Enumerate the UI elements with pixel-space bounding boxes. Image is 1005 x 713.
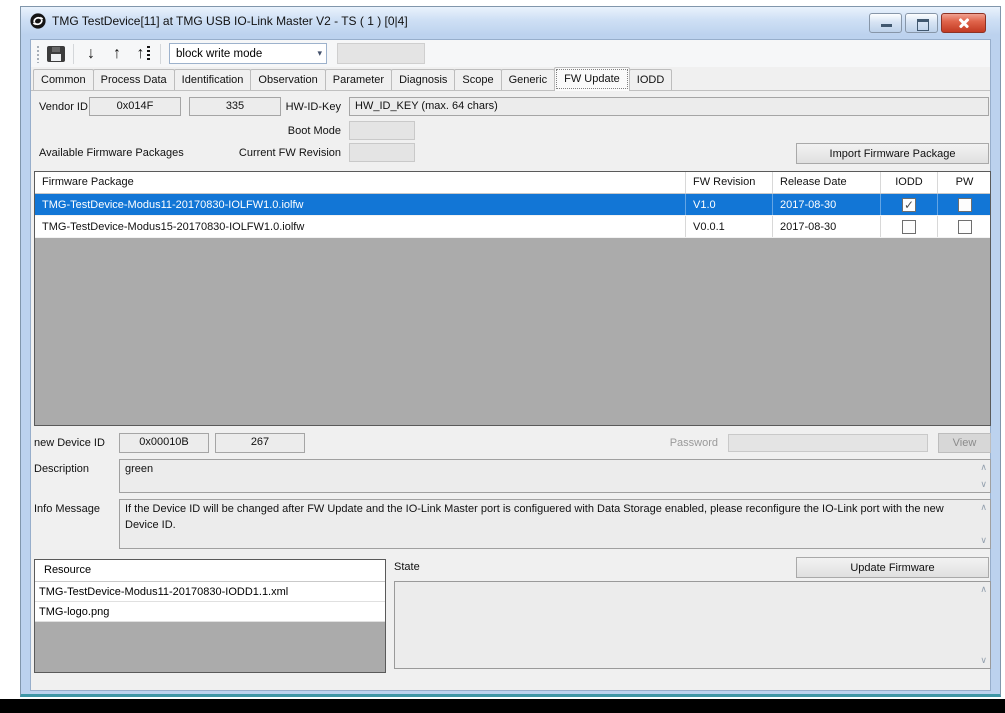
toolbar-grip-handle[interactable] <box>36 45 40 63</box>
view-password-button: View <box>938 433 991 453</box>
client-area: ↓ ↑ ↑ block write mode ▾ Common <box>30 39 991 691</box>
available-packages-label: Available Firmware Packages <box>39 147 184 159</box>
toolbar-separator <box>73 44 74 64</box>
scroll-up-icon[interactable]: ∧ <box>980 585 987 594</box>
upload-from-device-button[interactable]: ↑ <box>104 42 130 66</box>
password-label: Password <box>618 437 718 449</box>
dotted-bar-icon <box>147 46 150 61</box>
info-message-textarea[interactable]: If the Device ID will be changed after F… <box>119 499 991 549</box>
column-header-iodd[interactable]: IODD <box>880 172 937 193</box>
info-message-label: Info Message <box>34 503 100 515</box>
column-header-firmware-package[interactable]: Firmware Package <box>35 172 685 193</box>
info-message-text: If the Device ID will be changed after F… <box>125 503 944 531</box>
scroll-up-icon[interactable]: ∧ <box>980 503 987 512</box>
release-date-cell: 2017-08-30 <box>772 194 880 215</box>
scroll-down-icon[interactable]: ∨ <box>980 656 987 665</box>
fw-revision-cell: V0.0.1 <box>685 216 772 237</box>
scroll-down-icon[interactable]: ∨ <box>980 536 987 545</box>
write-mode-value: block write mode <box>176 48 262 60</box>
password-field <box>728 434 928 452</box>
fw-package-cell: TMG-TestDevice-Modus15-20170830-IOLFW1.0… <box>35 216 685 237</box>
tab-diagnosis[interactable]: Diagnosis <box>391 69 455 90</box>
tab-strip: Common Process Data Identification Obser… <box>31 68 990 91</box>
arrow-down-icon: ↓ <box>87 46 95 62</box>
scroll-down-icon[interactable]: ∨ <box>980 480 987 489</box>
save-button[interactable] <box>43 42 69 66</box>
tab-observation[interactable]: Observation <box>250 69 325 90</box>
state-output-box[interactable]: ∧ ∨ <box>394 581 991 669</box>
upload-all-button[interactable]: ↑ <box>130 42 156 66</box>
import-firmware-package-button[interactable]: Import Firmware Package <box>796 143 989 164</box>
title-bar[interactable]: TMG TestDevice[11] at TMG USB IO-Link Ma… <box>21 7 1000 35</box>
description-textarea[interactable]: green ∧ ∨ <box>119 459 991 493</box>
column-header-release-date[interactable]: Release Date <box>772 172 880 193</box>
close-button[interactable] <box>941 13 986 33</box>
resource-column-header[interactable]: Resource <box>35 560 385 582</box>
column-header-pw[interactable]: PW <box>937 172 991 193</box>
toolbar-aux-box[interactable] <box>337 43 425 64</box>
arrow-up-all-icon: ↑ <box>137 46 145 62</box>
arrow-up-icon: ↑ <box>113 46 121 62</box>
state-label: State <box>394 561 420 573</box>
description-text: green <box>125 463 153 475</box>
download-to-device-button[interactable]: ↓ <box>78 42 104 66</box>
screen-edge-bar <box>0 699 1005 713</box>
description-label: Description <box>34 463 89 475</box>
hw-id-key-field[interactable]: HW_ID_KEY (max. 64 chars) <box>349 97 989 116</box>
new-device-id-label: new Device ID <box>34 437 105 449</box>
window-controls <box>869 13 986 33</box>
tab-generic[interactable]: Generic <box>501 69 556 90</box>
update-firmware-button[interactable]: Update Firmware <box>796 557 989 578</box>
boot-mode-label: Boot Mode <box>211 125 341 137</box>
app-logo-icon <box>30 13 46 29</box>
current-fw-revision-label: Current FW Revision <box>211 147 341 159</box>
firmware-table-row[interactable]: TMG-TestDevice-Modus11-20170830-IOLFW1.0… <box>35 194 990 216</box>
boot-mode-field <box>349 121 415 140</box>
release-date-cell: 2017-08-30 <box>772 216 880 237</box>
app-window: TMG TestDevice[11] at TMG USB IO-Link Ma… <box>20 6 1001 697</box>
save-icon <box>47 46 65 62</box>
firmware-package-table: Firmware Package FW Revision Release Dat… <box>34 171 991 426</box>
firmware-table-header: Firmware Package FW Revision Release Dat… <box>35 172 990 194</box>
current-fw-revision-field <box>349 143 415 162</box>
vendor-id-hex-field[interactable]: 0x014F <box>89 97 181 116</box>
chevron-down-icon: ▾ <box>317 48 322 59</box>
maximize-button[interactable] <box>905 13 938 33</box>
tab-scope[interactable]: Scope <box>454 69 501 90</box>
tab-fw-update[interactable]: FW Update <box>554 67 630 91</box>
scroll-up-icon[interactable]: ∧ <box>980 463 987 472</box>
iodd-checkbox[interactable] <box>902 220 916 234</box>
vendor-id-label: Vendor ID <box>39 101 88 113</box>
minimize-button[interactable] <box>869 13 902 33</box>
fw-revision-cell: V1.0 <box>685 194 772 215</box>
window-title: TMG TestDevice[11] at TMG USB IO-Link Ma… <box>52 14 408 28</box>
resource-table: Resource TMG-TestDevice-Modus11-20170830… <box>34 559 386 673</box>
tab-common[interactable]: Common <box>33 69 94 90</box>
iodd-checkbox[interactable]: ✓ <box>902 198 916 212</box>
pw-checkbox[interactable] <box>958 198 972 212</box>
hw-id-key-label: HW-ID-Key <box>211 101 341 113</box>
pw-checkbox[interactable] <box>958 220 972 234</box>
resource-row[interactable]: TMG-logo.png <box>35 602 385 622</box>
firmware-table-row[interactable]: TMG-TestDevice-Modus15-20170830-IOLFW1.0… <box>35 216 990 238</box>
resource-row[interactable]: TMG-TestDevice-Modus11-20170830-IODD1.1.… <box>35 582 385 602</box>
new-device-id-dec-field[interactable]: 267 <box>215 433 305 453</box>
tab-process-data[interactable]: Process Data <box>93 69 175 90</box>
toolbar: ↓ ↑ ↑ block write mode ▾ <box>31 40 990 67</box>
new-device-id-hex-field[interactable]: 0x00010B <box>119 433 209 453</box>
write-mode-select[interactable]: block write mode ▾ <box>169 43 327 64</box>
tab-identification[interactable]: Identification <box>174 69 252 90</box>
column-header-fw-revision[interactable]: FW Revision <box>685 172 772 193</box>
desktop-background: TMG TestDevice[11] at TMG USB IO-Link Ma… <box>0 0 1005 713</box>
tab-iodd[interactable]: IODD <box>629 69 673 90</box>
fw-package-cell: TMG-TestDevice-Modus11-20170830-IOLFW1.0… <box>35 194 685 215</box>
tab-parameter[interactable]: Parameter <box>325 69 392 90</box>
toolbar-separator <box>160 44 161 64</box>
